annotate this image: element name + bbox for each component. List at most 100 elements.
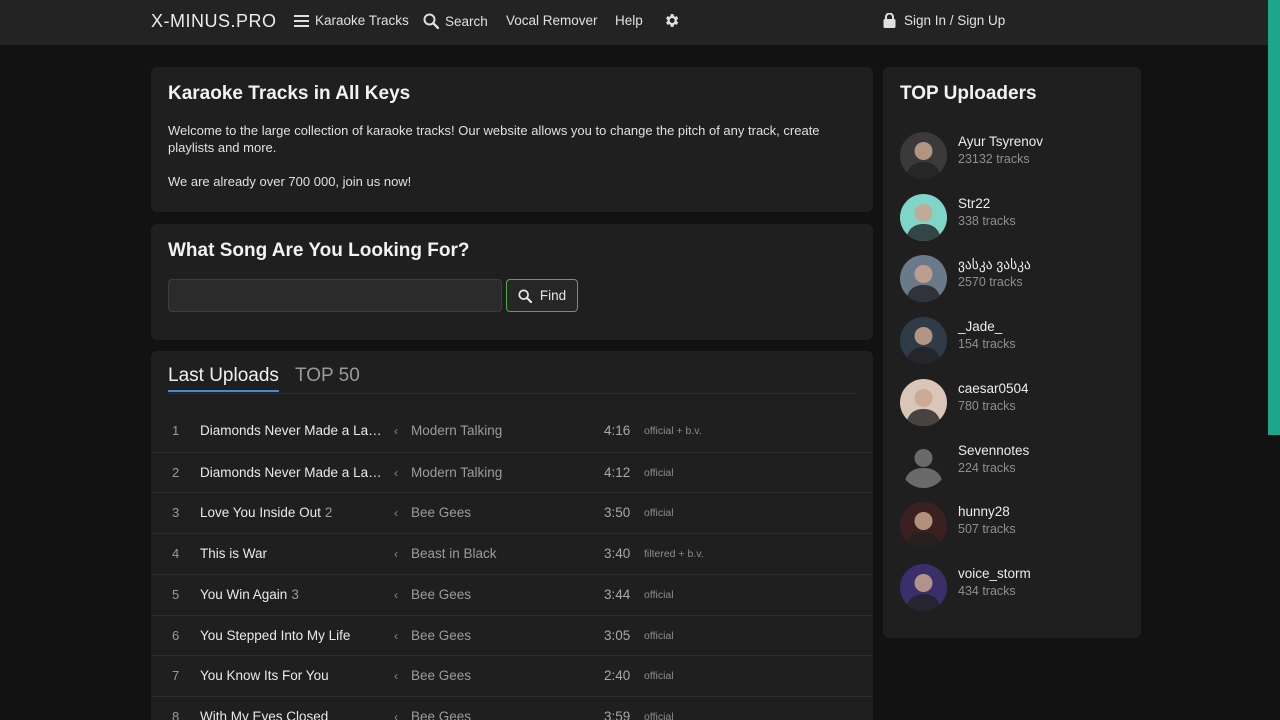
track-row[interactable]: 7 You Know Its For You ‹ Bee Gees 2:40 offici… [151, 655, 873, 695]
track-artist[interactable]: Bee Gees [411, 709, 471, 720]
tab-top-50[interactable]: TOP 50 [295, 365, 360, 387]
track-artist[interactable]: Modern Talking [411, 423, 502, 438]
avatar[interactable] [900, 132, 947, 179]
avatar[interactable] [900, 440, 947, 488]
track-title[interactable]: Diamonds Never Made a Lad... [200, 465, 388, 480]
track-number: 7 [172, 668, 180, 684]
track-row[interactable]: 8 With My Eyes Closed ‹ Bee Gees 3:59 officia… [151, 695, 873, 720]
track-row[interactable]: 1 Diamonds Never Made a Lad... ‹ Modern Tal… [151, 411, 873, 451]
tab-last-uploads[interactable]: Last Uploads [168, 365, 279, 392]
top-navbar: X-MINUS.PRO Karaoke Tracks Search Vocal … [0, 0, 1268, 45]
avatar[interactable] [900, 502, 947, 550]
uploader-track-count: 780 tracks [958, 398, 1016, 413]
nav-search[interactable]: Search [423, 13, 488, 29]
uploader-name[interactable]: hunny28 [958, 504, 1010, 519]
uploader-track-count: 2570 tracks [958, 275, 1023, 290]
track-title[interactable]: You Stepped Into My Life [200, 628, 354, 643]
uploader-name[interactable]: caesar0504 [958, 381, 1029, 396]
settings-button[interactable] [663, 12, 680, 29]
uploader-name[interactable]: Str22 [958, 196, 990, 211]
track-title[interactable]: With My Eyes Closed [200, 709, 332, 720]
track-artist[interactable]: Beast in Black [411, 546, 497, 561]
track-version-count: 2 [324, 505, 333, 521]
nav-vocal-remover[interactable]: Vocal Remover [506, 13, 598, 28]
avatar[interactable] [900, 193, 947, 241]
avatar[interactable] [900, 255, 947, 303]
track-artist[interactable]: Bee Gees [411, 628, 471, 643]
chevron-left-icon: ‹ [394, 587, 398, 602]
site-logo[interactable]: X-MINUS.PRO [151, 11, 277, 32]
avatar[interactable] [900, 317, 947, 365]
track-duration: 3:59 [604, 708, 631, 720]
uploaders-title: TOP Uploaders [900, 83, 1037, 104]
track-version-count: 3 [291, 586, 299, 602]
nav-search-label: Search [445, 13, 488, 29]
sign-in-label: Sign In / Sign Up [904, 13, 1006, 28]
nav-karaoke-tracks[interactable]: Karaoke Tracks [294, 13, 409, 28]
track-row[interactable]: 2 Diamonds Never Made a Lad... ‹ Modern Tal… [151, 451, 873, 492]
uploader-name[interactable]: Ayur Tsyrenov [958, 134, 1043, 149]
track-title[interactable]: You Win Again 3 [200, 587, 299, 602]
track-title[interactable]: This is War [200, 546, 271, 561]
track-row[interactable]: 6 You Stepped Into My Life ‹ Bee Gees 3:05 of… [151, 614, 873, 655]
track-artist[interactable]: Modern Talking [411, 465, 502, 480]
track-type: official [644, 466, 674, 479]
track-duration: 3:05 [604, 627, 631, 643]
track-list: 1 Diamonds Never Made a Lad... ‹ Modern Tal… [151, 411, 873, 720]
chevron-left-icon: ‹ [394, 628, 398, 643]
track-duration: 3:50 [604, 505, 631, 521]
uploader-item[interactable]: ვასკა ვასკა 2570 tracks [900, 255, 1130, 305]
chevron-left-icon: ‹ [394, 465, 398, 480]
track-duration: 3:40 [604, 546, 631, 562]
chevron-left-icon: ‹ [394, 669, 398, 684]
track-type: official [644, 507, 674, 520]
track-duration: 3:44 [604, 586, 631, 602]
track-type: filtered + b.v. [644, 548, 704, 561]
avatar[interactable] [900, 563, 947, 611]
find-button[interactable]: Find [506, 279, 578, 312]
uploader-track-count: 154 tracks [958, 337, 1016, 352]
uploader-item[interactable]: Ayur Tsyrenov 23132 tracks [900, 132, 1130, 182]
scrollbar-thumb[interactable] [1268, 0, 1280, 435]
track-title-text: Diamonds Never Made a Lad... [200, 423, 387, 438]
tracks-card: Last Uploads TOP 50 1 Diamonds Never Made… [151, 351, 873, 720]
track-title[interactable]: Love You Inside Out 2 [200, 505, 332, 520]
sign-in-link[interactable]: Sign In / Sign Up [883, 13, 1005, 28]
track-row[interactable]: 3 Love You Inside Out 2 ‹ Bee Gees 3:50 offici… [151, 492, 873, 532]
uploader-item[interactable]: caesar0504 780 tracks [900, 378, 1130, 429]
avatar[interactable] [900, 378, 947, 426]
track-row[interactable]: 5 You Win Again 3 ‹ Bee Gees 3:44 official [151, 573, 873, 614]
uploader-name[interactable]: _Jade_ [958, 319, 1002, 334]
uploader-name[interactable]: ვასკა ვასკა [958, 257, 1031, 273]
uploader-item[interactable]: _Jade_ 154 tracks [900, 317, 1130, 367]
uploader-item[interactable]: voice_storm 434 tracks [900, 563, 1130, 614]
scrollbar-track[interactable] [1268, 435, 1280, 720]
track-title-text: Love You Inside Out [200, 505, 321, 521]
track-artist[interactable]: Bee Gees [411, 668, 471, 683]
track-type: official [644, 588, 674, 601]
track-artist[interactable]: Bee Gees [411, 505, 471, 520]
track-artist[interactable]: Bee Gees [411, 587, 471, 602]
uploader-item[interactable]: Sevennotes 224 tracks [900, 440, 1130, 491]
track-title-text: This is War [200, 546, 267, 562]
uploader-item[interactable]: hunny28 507 tracks [900, 502, 1130, 552]
track-number: 2 [172, 464, 180, 480]
intro-card: Karaoke Tracks in All Keys Welcome to th… [151, 67, 873, 212]
track-title-text: You Know Its For You [200, 668, 329, 684]
uploader-name[interactable]: voice_storm [958, 566, 1031, 581]
track-row[interactable]: 4 This is War ‹ Beast in Black 3:40 filtered … [151, 533, 873, 573]
uploader-item[interactable]: Str22 338 tracks [900, 193, 1130, 244]
track-type: official [644, 670, 674, 683]
nav-help[interactable]: Help [615, 13, 643, 28]
search-card: What Song Are You Looking For? Find [151, 224, 873, 340]
track-title[interactable]: You Know Its For You [200, 668, 333, 683]
search-icon [423, 13, 439, 29]
uploader-track-count: 338 tracks [958, 213, 1016, 228]
song-search-input[interactable] [168, 279, 502, 312]
track-duration: 2:40 [604, 668, 631, 684]
uploader-name[interactable]: Sevennotes [958, 443, 1029, 458]
track-number: 4 [172, 546, 180, 562]
track-title[interactable]: Diamonds Never Made a Lad... [200, 423, 388, 438]
tracks-tabs: Last Uploads TOP 50 [168, 365, 857, 394]
menu-icon [294, 14, 309, 27]
